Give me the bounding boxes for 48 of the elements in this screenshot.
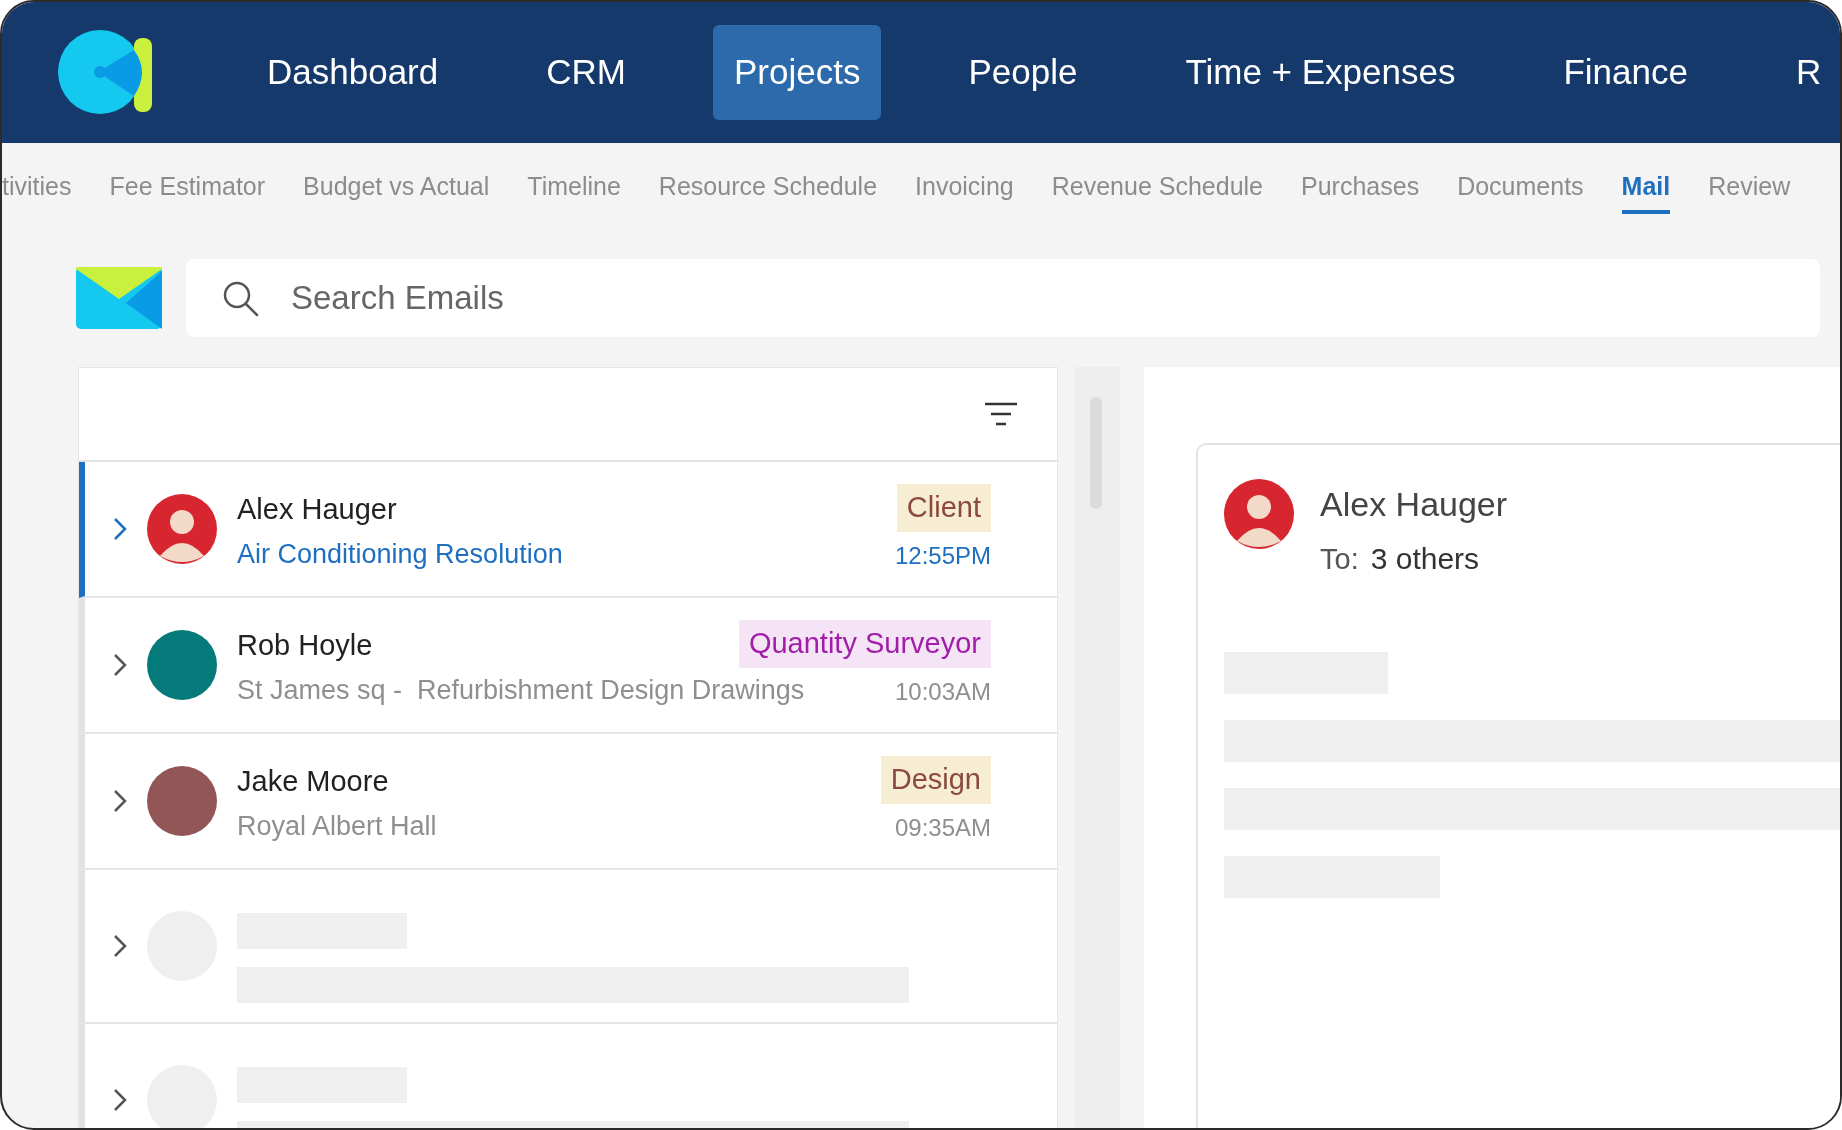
nav-tab[interactable]: Projects bbox=[712, 25, 882, 120]
sender-name: Alex Hauger bbox=[237, 492, 397, 528]
search-icon bbox=[222, 279, 259, 317]
chevron-icon bbox=[113, 653, 127, 677]
sub-tab[interactable]: Revenue Schedule bbox=[1051, 168, 1263, 214]
email-time: 10:03AM bbox=[894, 676, 991, 707]
sender-name: Alex Hauger bbox=[1320, 484, 1508, 525]
category-tag: Design bbox=[880, 756, 991, 804]
chevron-icon bbox=[113, 517, 127, 541]
sender-name: Jake Moore bbox=[237, 764, 389, 800]
email-time: 09:35AM bbox=[894, 812, 991, 843]
sub-tab[interactable]: Budget vs Actual bbox=[303, 168, 490, 214]
email-subject: Air Conditioning Resolution bbox=[237, 537, 563, 571]
nav-tab[interactable]: People bbox=[947, 25, 1099, 120]
email-row[interactable]: Jake Moore Design Royal Albert Hall 09:35AM bbox=[79, 734, 1057, 870]
nav-tab[interactable]: Time + Expenses bbox=[1164, 25, 1477, 120]
email-row[interactable]: Rob Hoyle Quantity Surveyor St James sq - Refurbishment Design Drawings 10:03AM bbox=[79, 598, 1057, 734]
sub-tab[interactable]: Invoicing bbox=[915, 168, 1014, 214]
nav-tab[interactable]: Dashboard bbox=[246, 25, 460, 120]
chevron-icon bbox=[113, 789, 127, 813]
sub-tab[interactable]: Documents bbox=[1457, 168, 1584, 214]
sub-tab[interactable]: Resource Schedule bbox=[658, 168, 878, 214]
chevron-icon bbox=[113, 1088, 127, 1112]
sub-tab[interactable]: Mail bbox=[1621, 168, 1671, 214]
email-subject: St James sq - Refurbishment Design Drawings bbox=[237, 673, 805, 707]
email-subject: Royal Albert Hall bbox=[237, 809, 437, 843]
recipients-text[interactable]: 3 others bbox=[1370, 536, 1480, 581]
category-tag: Client bbox=[896, 484, 991, 532]
to-label: To: bbox=[1320, 542, 1359, 577]
search-field[interactable]: Search Emails bbox=[289, 272, 1820, 324]
email-time: 12:55PM bbox=[894, 540, 991, 571]
sub-tab[interactable]: Timeline bbox=[527, 168, 621, 214]
search-box[interactable]: Search Emails bbox=[186, 259, 1820, 337]
sub-tab[interactable]: Purchases bbox=[1301, 168, 1420, 214]
chevron-icon bbox=[113, 934, 127, 958]
sender-name: Rob Hoyle bbox=[237, 628, 373, 664]
nav-tab[interactable]: Finance bbox=[1542, 25, 1709, 120]
nav-tab[interactable]: R bbox=[1775, 25, 1840, 120]
nav-tab[interactable]: CRM bbox=[525, 25, 647, 120]
category-tag: Quantity Surveyor bbox=[738, 620, 991, 668]
email-row[interactable] bbox=[79, 870, 1057, 1024]
sub-tab[interactable]: tivities bbox=[2, 168, 72, 214]
mail-logo-icon bbox=[76, 267, 162, 329]
sub-tab[interactable]: Review bbox=[1708, 168, 1791, 214]
sub-tab[interactable]: Fee Estimator bbox=[109, 168, 266, 214]
filter-icon[interactable] bbox=[985, 402, 1017, 426]
avatar-photo-placeholder bbox=[1224, 479, 1294, 549]
email-row[interactable]: Alex Hauger Client Air Conditioning Resolution 12:55PM bbox=[79, 462, 1057, 598]
